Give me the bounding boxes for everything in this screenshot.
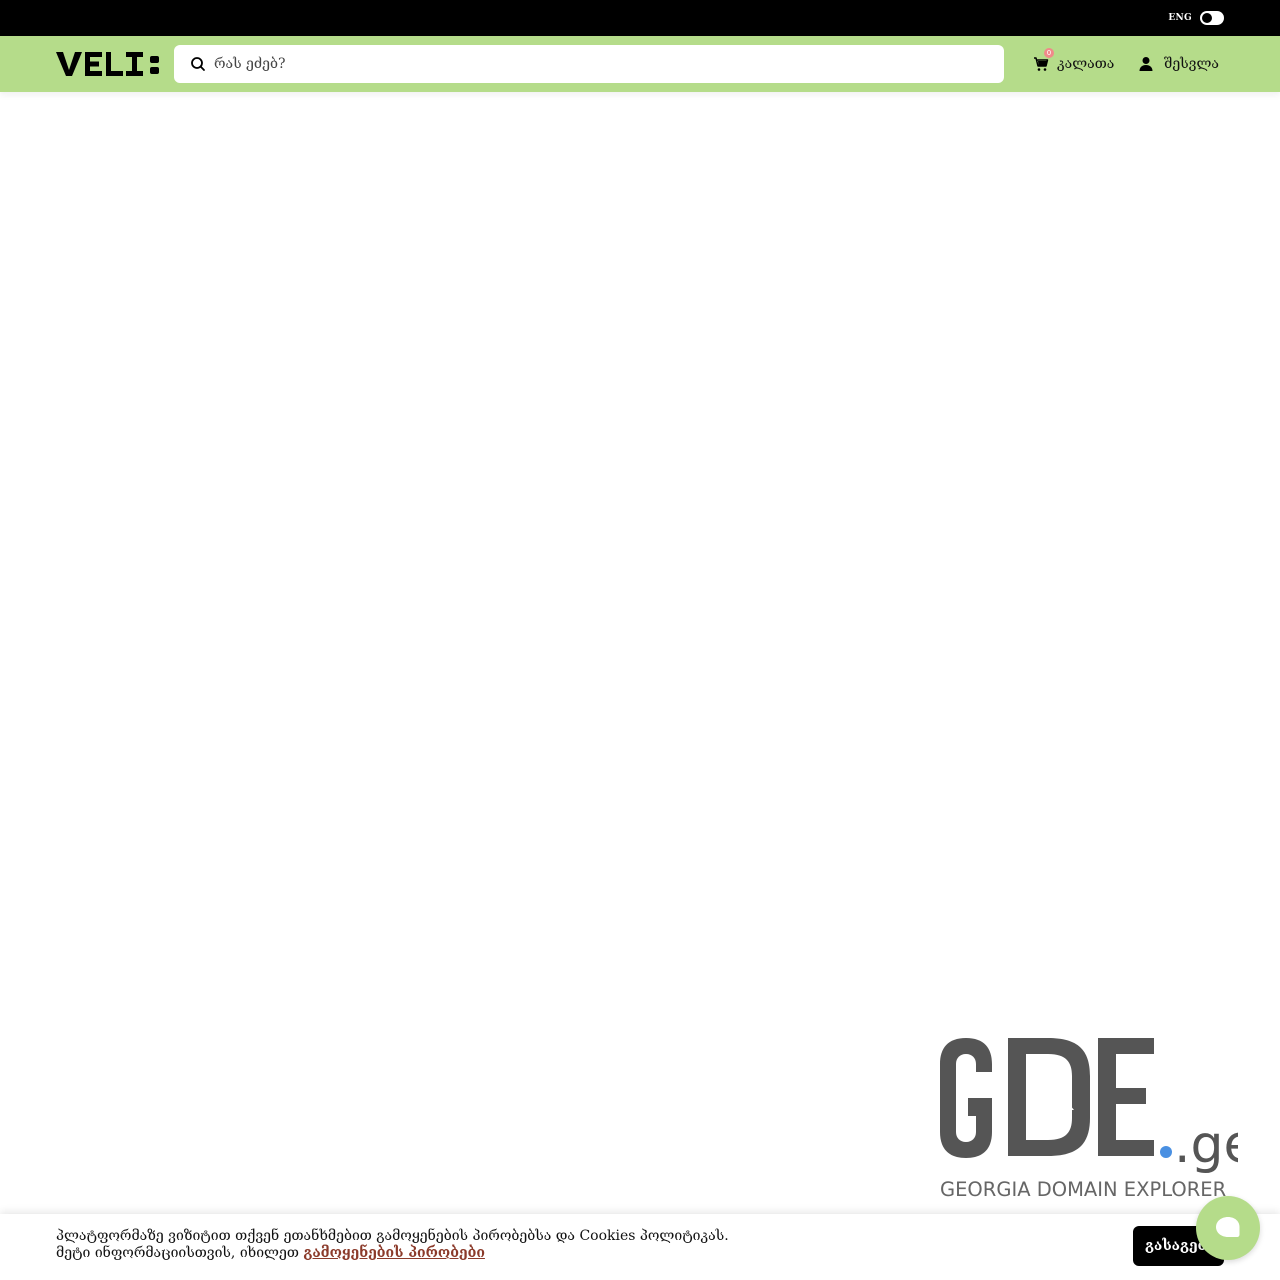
watermark-tld: .ge bbox=[1174, 1115, 1238, 1175]
terms-link[interactable]: გამოყენების პირობები bbox=[303, 1245, 485, 1261]
search-icon bbox=[191, 57, 205, 71]
cart-label: კალათა bbox=[1057, 56, 1115, 72]
watermark-tagline: GEORGIA DOMAIN EXPLORER bbox=[940, 1178, 1226, 1201]
chat-icon bbox=[1216, 1217, 1240, 1237]
cart-icon-wrap: 0 bbox=[1033, 48, 1054, 72]
chat-button[interactable] bbox=[1196, 1196, 1260, 1260]
top-bar: ENG bbox=[0, 0, 1280, 36]
cart-icon bbox=[1034, 57, 1049, 71]
cookie-message: პლატფორმაზე ვიზიტით თქვენ ეთანხმებით გამ… bbox=[56, 1228, 756, 1262]
login-label: შესვლა bbox=[1164, 56, 1219, 72]
header: 0 კალათა შესვლა bbox=[0, 36, 1280, 92]
language-toggle[interactable] bbox=[1200, 11, 1224, 25]
language-switcher[interactable]: ENG bbox=[1168, 10, 1224, 26]
veli-logo[interactable] bbox=[56, 48, 162, 80]
cart-count-badge: 0 bbox=[1044, 48, 1054, 58]
language-label: ENG bbox=[1168, 13, 1192, 23]
login-button[interactable]: შესვლა bbox=[1138, 54, 1219, 74]
toggle-knob bbox=[1202, 13, 1212, 23]
gde-watermark-logo: .ge GEORGIA DOMAIN EXPLORER bbox=[940, 1038, 1238, 1201]
search-bar[interactable] bbox=[174, 45, 1004, 83]
search-input[interactable] bbox=[212, 55, 976, 73]
user-icon bbox=[1139, 57, 1153, 71]
cookie-consent-bar: პლატფორმაზე ვიზიტით თქვენ ეთანხმებით გამ… bbox=[0, 1214, 1280, 1280]
cart-button[interactable]: 0 კალათა bbox=[1033, 48, 1115, 74]
